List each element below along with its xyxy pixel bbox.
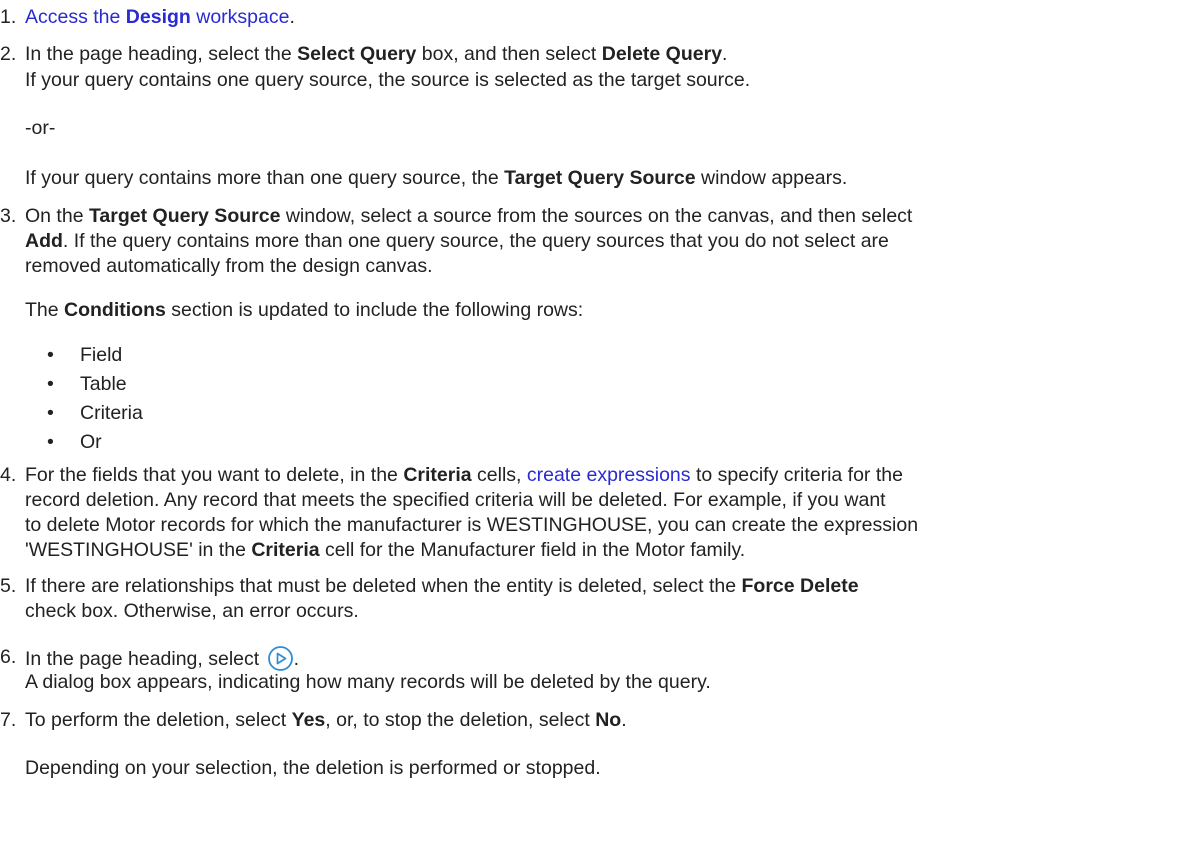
bullet-dot: • — [47, 431, 54, 453]
bullet-dot: • — [47, 402, 54, 424]
list-item: Or — [80, 431, 102, 453]
step-7-para-2: Depending on your selection, the deletio… — [25, 757, 601, 779]
step-number: 7. — [0, 709, 17, 731]
step-2-line-2: If your query contains one query source,… — [25, 69, 751, 91]
step-6-line-1: In the page heading, select . — [25, 645, 299, 672]
step-number: 6. — [0, 646, 17, 668]
step-4-line-4: 'WESTINGHOUSE' in the Criteria cell for … — [25, 539, 746, 561]
run-play-icon — [267, 645, 294, 672]
list-item: Criteria — [80, 402, 143, 424]
list-item: Table — [80, 373, 127, 395]
step-5-line-1: If there are relationships that must be … — [25, 575, 859, 597]
step-3-para-2: The Conditions section is updated to inc… — [25, 299, 584, 321]
step-4-line-1: For the fields that you want to delete, … — [25, 464, 903, 486]
step-5-line-2: check box. Otherwise, an error occurs. — [25, 600, 359, 622]
bullet-dot: • — [47, 344, 54, 366]
step-3-line-2: Add. If the query contains more than one… — [25, 230, 889, 252]
step-4-line-2: record deletion. Any record that meets t… — [25, 489, 886, 511]
step-number: 5. — [0, 575, 17, 597]
bullet-dot: • — [47, 373, 54, 395]
step-2-or: -or- — [25, 117, 56, 139]
create-expressions-link[interactable]: create expressions — [527, 464, 691, 486]
step-number: 1. — [0, 6, 17, 28]
design-workspace-link-pre[interactable]: Access the — [25, 6, 126, 28]
step-3-line-1: On the Target Query Source window, selec… — [25, 205, 913, 227]
design-workspace-link-bold[interactable]: Design — [126, 6, 191, 28]
step-4-line-3: to delete Motor records for which the ma… — [25, 514, 919, 536]
step-number: 3. — [0, 205, 17, 227]
step-1-link[interactable]: Access the Design workspace. — [25, 5, 295, 29]
step-2-line-3: If your query contains more than one que… — [25, 167, 848, 189]
design-workspace-link-post[interactable]: workspace — [191, 6, 289, 28]
step-number: 4. — [0, 464, 17, 486]
step-6-line-2: A dialog box appears, indicating how man… — [25, 671, 711, 693]
period: . — [289, 6, 295, 28]
step-3-line-3: removed automatically from the design ca… — [25, 255, 433, 277]
step-2-line-1: In the page heading, select the Select Q… — [25, 43, 728, 65]
list-item: Field — [80, 344, 123, 366]
step-7-line-1: To perform the deletion, select Yes, or,… — [25, 709, 627, 731]
step-number: 2. — [0, 43, 17, 65]
